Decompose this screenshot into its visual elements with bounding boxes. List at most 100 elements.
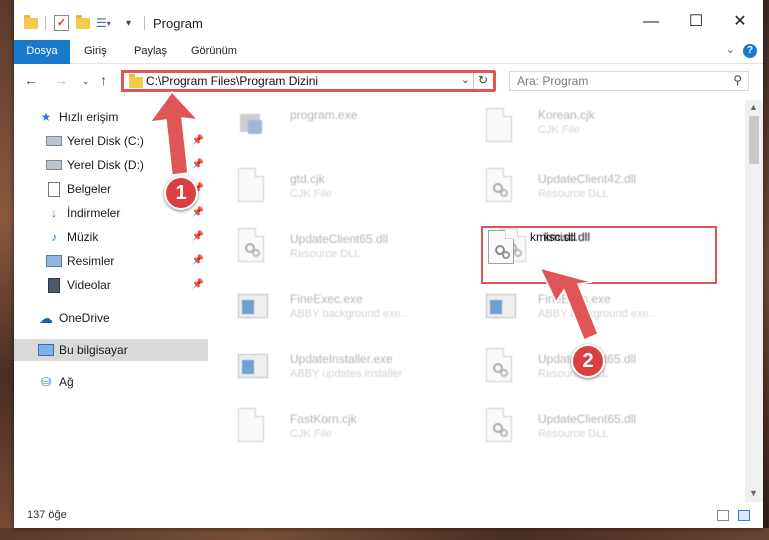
sidebar-item-local-disk-c[interactable]: Yerel Disk (C:) 📌 — [14, 130, 208, 152]
tab-home[interactable]: Giriş — [74, 40, 117, 63]
desktop-background-left — [0, 0, 14, 540]
pin-icon[interactable]: 📌 — [192, 279, 204, 290]
desktop-background-bottom — [0, 528, 769, 540]
drive-icon — [46, 133, 62, 149]
up-arrow-icon[interactable]: ↑ — [100, 72, 107, 88]
list-item[interactable]: FineExec.exe ABBY background exe... — [210, 286, 450, 336]
scroll-down-icon[interactable]: ▼ — [749, 488, 758, 498]
documents-icon — [46, 181, 62, 197]
pictures-icon — [46, 253, 62, 269]
app-file-icon — [486, 288, 516, 326]
forward-arrow-icon[interactable]: → — [54, 72, 68, 88]
sidebar-item-label: Müzik — [67, 230, 99, 244]
back-arrow-icon[interactable]: ← — [24, 72, 38, 88]
network-icon: ⛁ — [40, 375, 52, 389]
dll-file-icon — [486, 168, 516, 206]
tab-share[interactable]: Paylaş — [124, 40, 177, 63]
videos-icon — [46, 277, 62, 293]
dll-file-icon — [486, 348, 516, 386]
list-item[interactable]: FineExec.exe ABBY background exe... — [458, 286, 698, 336]
app-file-icon — [238, 288, 268, 326]
scroll-up-icon[interactable]: ▲ — [749, 102, 758, 112]
sidebar-item-label: Hızlı erişim — [59, 110, 119, 124]
sidebar-item-network[interactable]: ⛁ Ağ — [14, 371, 208, 393]
pin-icon[interactable]: 📌 — [192, 135, 204, 146]
step-1-badge: 1 — [164, 176, 198, 210]
dll-file-icon — [486, 408, 516, 446]
scroll-thumb[interactable] — [749, 116, 759, 164]
file-icon — [238, 168, 268, 206]
file-highlight-box — [481, 226, 717, 284]
sidebar-item-music[interactable]: ♪ Müzik 📌 — [14, 226, 208, 248]
item-count: 137 öğe — [27, 509, 67, 521]
sidebar-item-label: Ağ — [59, 375, 74, 389]
star-icon: ★ — [40, 110, 52, 124]
desktop-background-right — [763, 0, 769, 540]
sidebar-item-quick-access[interactable]: ★ Hızlı erişim — [14, 106, 208, 128]
cloud-icon: ☁ — [39, 309, 53, 326]
sidebar-item-label: Videolar — [67, 278, 111, 292]
list-item[interactable]: program.exe — [210, 106, 450, 156]
sidebar-item-label: Yerel Disk (D:) — [67, 158, 144, 172]
minimize-icon[interactable]: — — [641, 12, 661, 32]
pin-icon[interactable]: 📌 — [192, 231, 204, 242]
new-folder-icon[interactable] — [76, 14, 90, 32]
folder-icon — [24, 14, 38, 32]
navigation-pane: ★ Hızlı erişim Yerel Disk (C:) 📌 Yerel D… — [14, 100, 208, 502]
list-item[interactable]: UpdateInstaller.exe ABBY updates install… — [210, 346, 450, 396]
title-bar: ✓ ☰ ▾ ▾ Program — ☐ ✕ — [14, 0, 763, 40]
sidebar-item-label: Belgeler — [67, 182, 112, 196]
download-icon: ↓ — [51, 206, 57, 220]
sidebar-item-pictures[interactable]: Resimler 📌 — [14, 250, 208, 272]
search-input[interactable]: Ara: Program — [517, 74, 588, 88]
maximize-icon[interactable]: ☐ — [686, 12, 706, 32]
sidebar-item-local-disk-d[interactable]: Yerel Disk (D:) 📌 — [14, 154, 208, 176]
address-highlight-box — [121, 70, 495, 92]
pin-icon[interactable]: 📌 — [192, 255, 204, 266]
help-icon[interactable]: ? — [743, 44, 757, 58]
list-item[interactable]: UpdateClient65.dll Resource DLL — [458, 406, 698, 456]
sidebar-item-label: İndirmeler — [67, 206, 121, 220]
search-box[interactable]: Ara: Program ⚲ — [509, 71, 749, 91]
expand-ribbon-icon[interactable]: ⌄ — [726, 43, 735, 56]
sidebar-item-label: Yerel Disk (C:) — [67, 134, 144, 148]
computer-icon — [38, 342, 54, 358]
separator — [45, 14, 46, 32]
tab-view[interactable]: Görünüm — [181, 40, 247, 63]
details-view-icon[interactable] — [717, 510, 729, 521]
list-item[interactable]: gtd.cjk CJK File — [210, 166, 450, 216]
search-icon: ⚲ — [733, 73, 742, 87]
dll-file-icon — [238, 228, 268, 266]
window-title: Program — [153, 16, 203, 31]
exe-file-icon — [238, 108, 268, 146]
drive-icon — [46, 157, 62, 173]
music-icon: ♪ — [51, 230, 57, 244]
pin-icon[interactable]: 📌 — [192, 159, 204, 170]
file-icon — [486, 108, 516, 146]
status-bar: 137 öğe — [14, 502, 763, 528]
list-item[interactable]: FastKorn.cjk CJK File — [210, 406, 450, 456]
separator — [144, 14, 145, 32]
ribbon-tabs: Dosya Giriş Paylaş Görünüm ⌄ ? — [14, 40, 763, 90]
sidebar-item-this-pc[interactable]: Bu bilgisayar — [14, 339, 208, 361]
pin-icon[interactable]: 📌 — [192, 207, 204, 218]
app-file-icon — [238, 348, 268, 386]
sidebar-item-label: Resimler — [67, 254, 115, 268]
step-2-badge: 2 — [571, 344, 605, 378]
file-list: program.exe Korean.cjk CJK File gtd.cjk … — [210, 100, 742, 502]
list-item[interactable]: UpdateClient65.dll Resource DLL — [210, 226, 450, 276]
sidebar-item-label: OneDrive — [59, 311, 110, 325]
customize-toolbar-icon[interactable]: ▾ — [126, 14, 131, 32]
sidebar-item-videos[interactable]: Videolar 📌 — [14, 274, 208, 296]
qa-view-icon[interactable]: ☰ ▾ — [96, 14, 111, 32]
sidebar-item-label: Bu bilgisayar — [59, 343, 128, 357]
recent-locations-icon[interactable]: ⌄ — [82, 76, 90, 87]
sidebar-item-onedrive[interactable]: ☁ OneDrive — [14, 307, 208, 329]
file-icon — [238, 408, 268, 446]
vertical-scrollbar[interactable]: ▲ ▼ — [745, 100, 763, 502]
list-item[interactable]: Korean.cjk CJK File — [458, 106, 698, 156]
large-icons-view-icon[interactable] — [738, 510, 750, 521]
close-icon[interactable]: ✕ — [730, 12, 750, 32]
properties-icon[interactable]: ✓ — [54, 14, 69, 32]
list-item[interactable]: UpdateClient42.dll Resource DLL — [458, 166, 698, 216]
